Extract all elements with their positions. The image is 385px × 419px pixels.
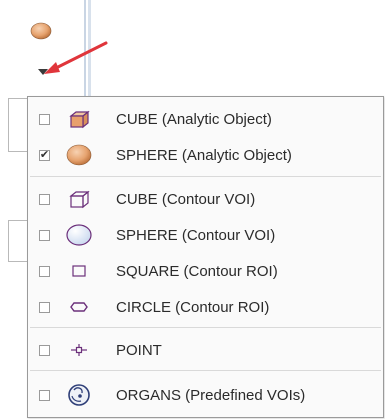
checkbox[interactable]: [39, 301, 50, 313]
menu-item-label: CIRCLE (Contour ROI): [116, 298, 270, 316]
menu-separator: [30, 327, 381, 328]
menu-item-sphere-analytic[interactable]: ✔ SPHERE (Analytic Object): [28, 137, 383, 173]
menu-item-sphere-voi[interactable]: SPHERE (Contour VOI): [28, 217, 383, 253]
checkbox[interactable]: [39, 389, 50, 401]
menu-item-label: CUBE (Contour VOI): [116, 190, 256, 208]
menu-separator: [30, 176, 381, 177]
point-icon: [64, 337, 94, 363]
menu-item-label: ORGANS (Predefined VOIs): [116, 386, 306, 404]
menu-item-cube-analytic[interactable]: CUBE (Analytic Object): [28, 101, 383, 137]
checkbox[interactable]: [39, 113, 50, 125]
checkbox[interactable]: ✔: [39, 148, 50, 161]
checkbox[interactable]: [39, 344, 50, 356]
check-mark-icon: ✔: [39, 148, 50, 161]
menu-item-organs[interactable]: ORGANS (Predefined VOIs): [28, 377, 383, 413]
cube-solid-icon: [64, 106, 94, 132]
menu-item-circle-roi[interactable]: CIRCLE (Contour ROI): [28, 289, 383, 325]
menu-item-label: CUBE (Analytic Object): [116, 110, 272, 128]
menu-separator: [30, 370, 381, 371]
sphere-outline-icon: [64, 222, 94, 248]
red-arrow-annotation: [44, 41, 108, 74]
organs-icon: [64, 382, 94, 408]
menu-item-label: SPHERE (Analytic Object): [116, 146, 292, 164]
checkbox[interactable]: [39, 193, 50, 205]
sphere-solid-icon: [64, 142, 94, 168]
checkbox[interactable]: [39, 229, 50, 241]
cube-outline-icon: [64, 186, 94, 212]
menu-item-label: SQUARE (Contour ROI): [116, 262, 278, 280]
circle-outline-icon: [64, 294, 94, 320]
sphere-object-icon[interactable]: [30, 22, 52, 40]
menu-item-cube-voi[interactable]: CUBE (Contour VOI): [28, 181, 383, 217]
square-outline-icon: [64, 258, 94, 284]
menu-item-label: POINT: [116, 341, 162, 359]
menu-item-point[interactable]: POINT: [28, 332, 383, 368]
menu-item-label: SPHERE (Contour VOI): [116, 226, 276, 244]
menu-item-square-roi[interactable]: SQUARE (Contour ROI): [28, 253, 383, 289]
checkbox[interactable]: [39, 265, 50, 277]
shape-popup-menu: CUBE (Analytic Object) ✔ SPHERE (Analyti…: [27, 96, 384, 418]
